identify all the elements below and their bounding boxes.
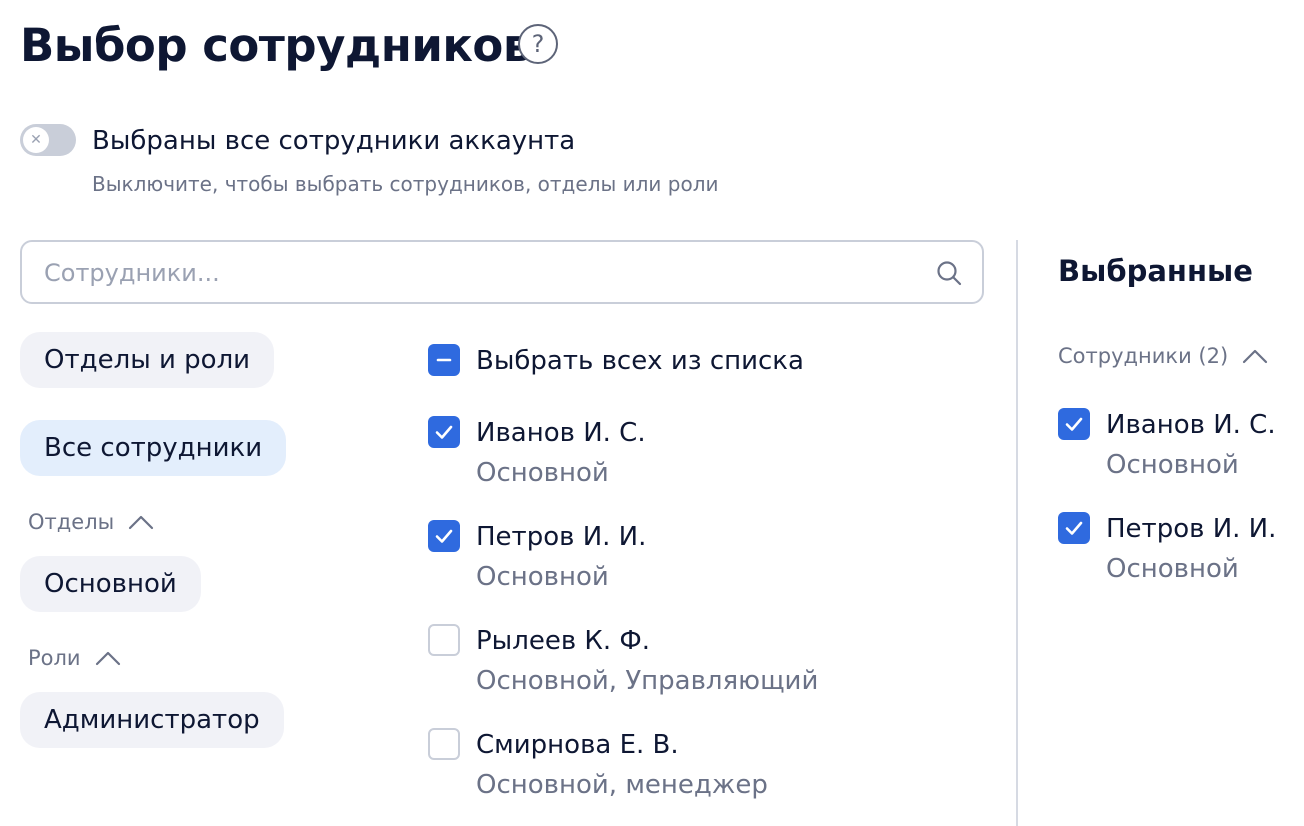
employee-name: Смирнова Е. В. (476, 730, 679, 760)
toggle-label: Выбраны все сотрудники аккаунта (92, 126, 576, 156)
check-icon (435, 529, 453, 543)
all-employees-toggle[interactable]: ✕ (20, 124, 76, 156)
employee-checkbox[interactable] (428, 520, 460, 552)
role-chip[interactable]: Администратор (20, 692, 284, 748)
employee-details: Основной (476, 458, 609, 488)
toggle-knob: ✕ (23, 127, 49, 153)
question-mark-icon: ? (531, 30, 545, 58)
employee-details: Основной (476, 562, 609, 592)
check-icon (1065, 521, 1083, 535)
employee-row[interactable]: Иванов И. С. Основной (428, 416, 646, 490)
selected-employee-details: Основной (1106, 450, 1239, 480)
departments-section-header[interactable]: Отделы (28, 510, 154, 534)
help-button[interactable]: ? (518, 24, 558, 64)
selected-employee-checkbox[interactable] (1058, 408, 1090, 440)
selected-panel-title: Выбранные (1058, 254, 1253, 288)
chevron-up-icon (95, 651, 120, 666)
select-all-label: Выбрать всех из списка (476, 346, 804, 376)
minus-icon (436, 358, 452, 362)
toggle-hint: Выключите, чтобы выбрать сотрудников, от… (92, 172, 719, 196)
employee-checkbox[interactable] (428, 728, 460, 760)
chevron-up-icon (1243, 349, 1268, 364)
selected-employee-name: Петров И. И. (1106, 514, 1277, 544)
employee-row[interactable]: Петров И. И. Основной (428, 520, 646, 594)
selected-group-label: Сотрудники (2) (1058, 344, 1229, 368)
selected-employee-checkbox[interactable] (1058, 512, 1090, 544)
employee-name: Рылеев К. Ф. (476, 626, 651, 656)
search-icon[interactable] (936, 260, 962, 286)
selected-employee-row[interactable]: Иванов И. С. Основной (1058, 408, 1276, 482)
departments-header-label: Отделы (28, 510, 115, 534)
employee-checkbox[interactable] (428, 416, 460, 448)
select-all-checkbox[interactable] (428, 344, 460, 376)
chevron-up-icon (129, 515, 154, 530)
roles-section-header[interactable]: Роли (28, 646, 121, 670)
close-icon: ✕ (30, 132, 42, 148)
department-chip[interactable]: Основной (20, 556, 201, 612)
panel-divider (1016, 240, 1018, 826)
select-all-row[interactable]: Выбрать всех из списка (428, 344, 804, 378)
selected-group-header[interactable]: Сотрудники (2) (1058, 344, 1268, 368)
selected-employee-row[interactable]: Петров И. И. Основной (1058, 512, 1276, 586)
departments-roles-chip[interactable]: Отделы и роли (20, 332, 275, 388)
employee-row[interactable]: Рылеев К. Ф. Основной, Управляющий (428, 624, 818, 698)
employee-checkbox[interactable] (428, 624, 460, 656)
employee-details: Основной, Управляющий (476, 666, 819, 696)
page-title: Выбор сотрудников (20, 19, 531, 72)
employee-row[interactable]: Смирнова Е. В. Основной, менеджер (428, 728, 768, 802)
employee-details: Основной, менеджер (476, 770, 768, 800)
all-employees-chip[interactable]: Все сотрудники (20, 420, 287, 476)
check-icon (1065, 417, 1083, 431)
search-box (20, 240, 984, 304)
employee-name: Иванов И. С. (476, 418, 646, 448)
search-input[interactable] (44, 254, 924, 292)
employee-name: Петров И. И. (476, 522, 647, 552)
selected-employee-details: Основной (1106, 554, 1239, 584)
roles-header-label: Роли (28, 646, 81, 670)
check-icon (435, 425, 453, 439)
selected-employee-name: Иванов И. С. (1106, 410, 1276, 440)
